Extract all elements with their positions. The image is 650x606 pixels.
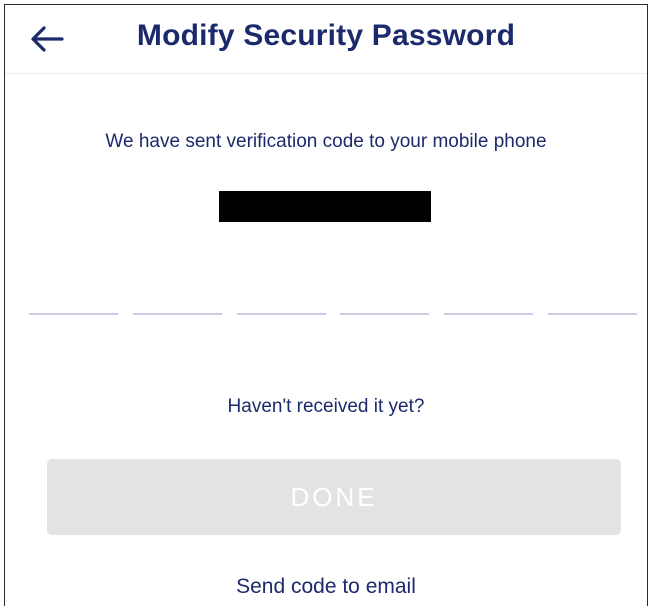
code-digit-4[interactable] [340,313,430,315]
verification-message: We have sent verification code to your m… [105,131,547,152]
app-screen: Modify Security Password We have sent ve… [4,4,648,606]
code-digit-3[interactable] [236,313,326,315]
page-title: Modify Security Password [136,19,516,52]
top-bar: Modify Security Password [5,5,647,74]
verification-code-input[interactable] [29,313,637,315]
code-digit-1[interactable] [29,313,118,315]
resend-code-link[interactable]: Haven't received it yet? [5,396,647,418]
redacted-phone-number [219,191,431,222]
code-digit-2[interactable] [132,313,222,315]
send-code-to-email-link[interactable]: Send code to email [5,575,647,599]
code-digit-6[interactable] [547,313,637,315]
code-digit-5[interactable] [444,313,534,315]
done-button[interactable]: DONE [47,459,621,535]
